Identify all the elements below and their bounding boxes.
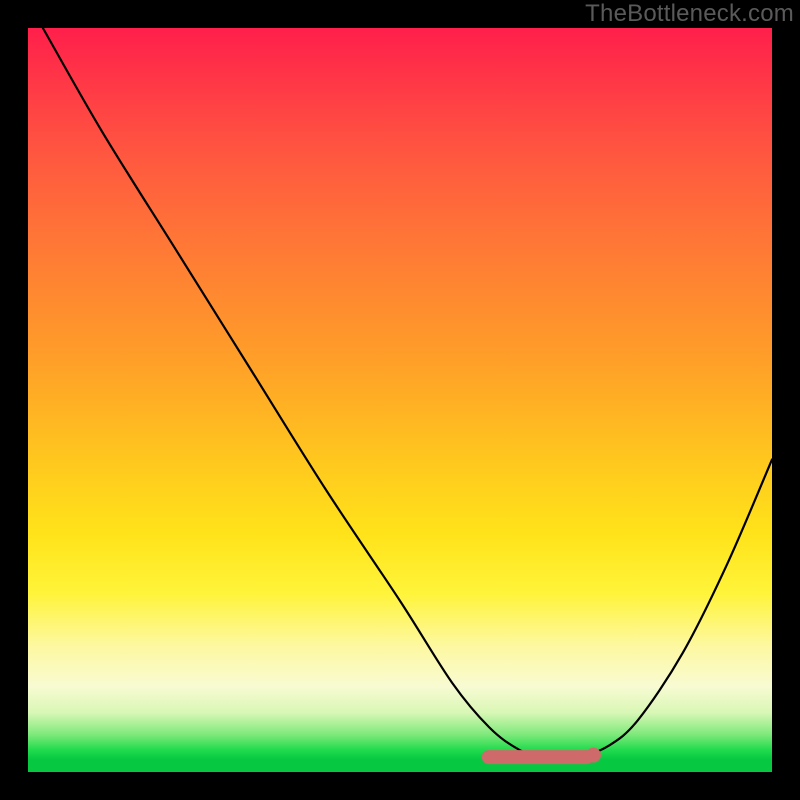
bottleneck-curve-line [43, 28, 772, 761]
bottleneck-curve-svg [28, 28, 772, 772]
watermark-text: TheBottleneck.com [585, 0, 794, 28]
plot-area [28, 28, 772, 772]
chart-frame: TheBottleneck.com [0, 0, 800, 800]
optimal-range-endcap [586, 748, 601, 763]
optimal-range-marker [482, 750, 594, 764]
